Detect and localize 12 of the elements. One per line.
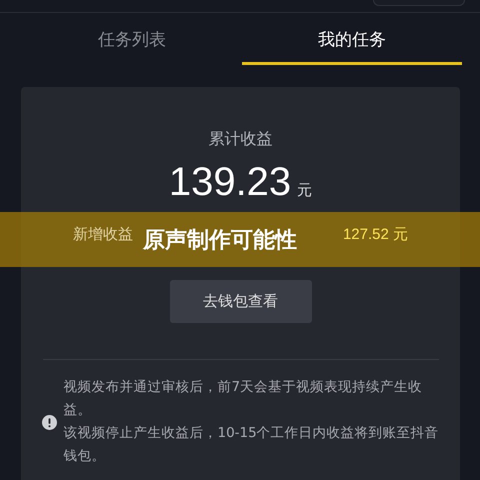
wallet-button[interactable]: 去钱包查看 bbox=[170, 280, 312, 323]
alert-icon bbox=[42, 414, 56, 430]
new-earnings-label: 新增收益 bbox=[73, 225, 133, 244]
earnings-label: 累计收益 bbox=[208, 129, 272, 150]
info-text: 视频发布并通过审核后，前7天会基于视频表现持续产生收益。 bbox=[64, 378, 424, 420]
tab[interactable]: 任务列表 bbox=[22, 13, 242, 65]
info-text: 该视频停止产生收益后，10-15个工作日内收益将到账至抖音钱包。 bbox=[64, 424, 440, 466]
banner-title: 原声制作可能性 bbox=[143, 226, 297, 254]
currency-unit: 元 bbox=[297, 181, 312, 200]
earnings-amount: 139.23 bbox=[168, 160, 292, 205]
tab[interactable]: 我的任务 bbox=[242, 13, 462, 65]
new-earnings-amount: 127.52 元 bbox=[342, 225, 408, 244]
